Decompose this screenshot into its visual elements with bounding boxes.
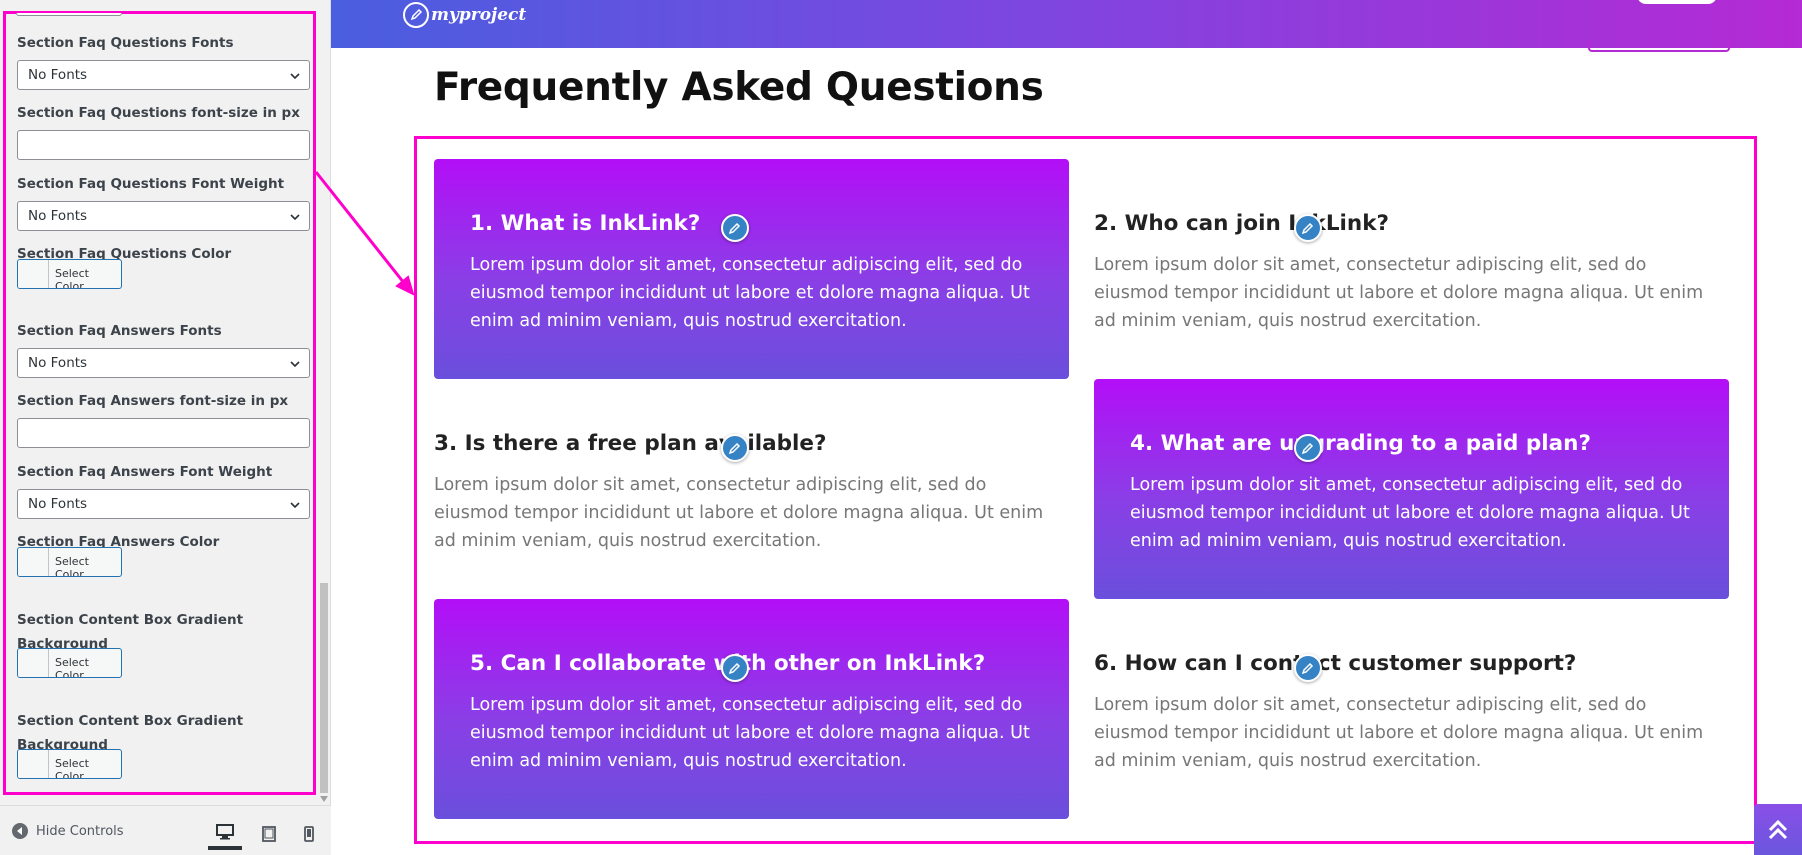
mobile-icon	[304, 826, 314, 842]
desktop-icon	[216, 824, 234, 840]
faq-answer: Lorem ipsum dolor sit amet, consectetur …	[1130, 475, 1690, 551]
faq-answers-fonts-select[interactable]: No Fonts	[17, 348, 310, 378]
faq-questions-font-size-input[interactable]	[17, 130, 310, 160]
pencil-icon	[403, 2, 429, 28]
faq-item: 5. Can I collaborate with other on InkLi…	[434, 599, 1069, 819]
select-value: No Fonts	[28, 355, 88, 371]
select-value: No Fonts	[28, 496, 88, 512]
site-preview: myproject Frequently Asked Questions 1. …	[331, 0, 1802, 855]
scrollbar-thumb[interactable]	[320, 583, 328, 793]
faq-answers-font-size-label: Section Faq Answers font-size in px	[17, 393, 289, 409]
faq-answers-font-weight-select[interactable]: No Fonts	[17, 489, 310, 519]
faq-questions-font-size-label: Section Faq Questions font-size in px	[17, 105, 300, 121]
chevron-down-icon	[290, 214, 300, 221]
select-value: No Fonts	[28, 67, 88, 83]
faq-question: 6. How can I contact customer support?	[1094, 651, 1577, 676]
site-navbar: myproject	[331, 0, 1802, 48]
color-swatch	[18, 260, 49, 288]
faq-question: 3. Is there a free plan available?	[434, 431, 827, 456]
color-swatch	[18, 548, 49, 576]
scroll-down-arrow-icon[interactable]	[320, 796, 328, 802]
faq-questions-font-weight-select[interactable]: No Fonts	[17, 201, 310, 231]
page-title: Frequently Asked Questions	[434, 65, 1044, 110]
chevron-down-icon	[290, 361, 300, 368]
chevron-down-icon	[290, 502, 300, 509]
select-color-label: Select Color	[55, 267, 89, 289]
faq-questions-fonts-select[interactable]: No Fonts	[17, 60, 310, 90]
select-color-label: Select Color	[55, 555, 89, 577]
select-value: No Fonts	[28, 208, 88, 224]
faq-questions-color-button[interactable]: Select Color	[17, 259, 122, 289]
faq-item: 2. Who can join InkLink? Lorem ipsum dol…	[1094, 159, 1729, 379]
double-chevron-up-icon	[1768, 819, 1788, 840]
faq-answer: Lorem ipsum dolor sit amet, consectetur …	[1094, 695, 1704, 771]
truncated-button[interactable]	[16, 13, 122, 16]
content-box-gradient-color1-button[interactable]: Select Color	[17, 648, 122, 678]
faq-questions-font-weight-label: Section Faq Questions Font Weight	[17, 176, 285, 192]
select-color-label: Select Color	[55, 656, 89, 678]
customizer-footer: Hide Controls	[0, 805, 331, 855]
chevron-down-icon	[290, 73, 300, 80]
faq-answer: Lorem ipsum dolor sit amet, consectetur …	[470, 255, 1030, 331]
tablet-preview-button[interactable]	[252, 818, 286, 850]
faq-answers-font-size-input[interactable]	[17, 418, 310, 448]
faq-item: 4. What are upgrading to a paid plan? Lo…	[1094, 379, 1729, 599]
color-swatch	[18, 750, 49, 778]
highlight-frame-sidebar: Section Faq Questions Fonts No Fonts Sec…	[3, 11, 316, 795]
content-box-gradient-color2-button[interactable]: Select Color	[17, 749, 122, 779]
faq-item: 6. How can I contact customer support? L…	[1094, 599, 1729, 819]
select-color-label: Select Color	[55, 757, 89, 779]
edit-shortcut-pencil-icon[interactable]	[1294, 654, 1322, 682]
brand-name: myproject	[431, 5, 527, 25]
edit-shortcut-pencil-icon[interactable]	[721, 434, 749, 462]
faq-answers-color-button[interactable]: Select Color	[17, 547, 122, 577]
edit-shortcut-pencil-icon[interactable]	[721, 654, 749, 682]
faq-item: 1. What is InkLink? Lorem ipsum dolor si…	[434, 159, 1069, 379]
sidebar-scrollbar[interactable]	[318, 0, 330, 805]
hide-controls-label: Hide Controls	[36, 823, 124, 839]
edit-shortcut-pencil-icon[interactable]	[1294, 214, 1322, 242]
nav-outline-button[interactable]	[1588, 40, 1730, 52]
mobile-preview-button[interactable]	[292, 818, 326, 850]
faq-answer: Lorem ipsum dolor sit amet, consectetur …	[470, 695, 1030, 771]
faq-item: 3. Is there a free plan available? Lorem…	[434, 379, 1069, 599]
desktop-preview-button[interactable]	[208, 818, 242, 850]
color-swatch	[18, 649, 49, 677]
faq-question: 4. What are upgrading to a paid plan?	[1130, 431, 1591, 456]
nav-button[interactable]	[1637, 0, 1717, 4]
edit-shortcut-pencil-icon[interactable]	[721, 214, 749, 242]
scroll-to-top-button[interactable]	[1754, 804, 1802, 855]
faq-answers-fonts-label: Section Faq Answers Fonts	[17, 323, 222, 339]
collapse-arrow-icon	[12, 823, 28, 839]
faq-question: 2. Who can join InkLink?	[1094, 211, 1389, 236]
tablet-icon	[262, 826, 276, 842]
faq-questions-fonts-label: Section Faq Questions Fonts	[17, 35, 234, 51]
faq-answer: Lorem ipsum dolor sit amet, consectetur …	[1094, 255, 1704, 331]
faq-question: 1. What is InkLink?	[470, 211, 701, 236]
customizer-sidebar: Section Faq Questions Fonts No Fonts Sec…	[0, 0, 331, 855]
site-logo[interactable]: myproject	[403, 2, 526, 28]
edit-shortcut-pencil-icon[interactable]	[1294, 434, 1322, 462]
faq-answers-font-weight-label: Section Faq Answers Font Weight	[17, 464, 273, 480]
hide-controls-button[interactable]: Hide Controls	[12, 823, 124, 839]
faq-answer: Lorem ipsum dolor sit amet, consectetur …	[434, 475, 1044, 551]
